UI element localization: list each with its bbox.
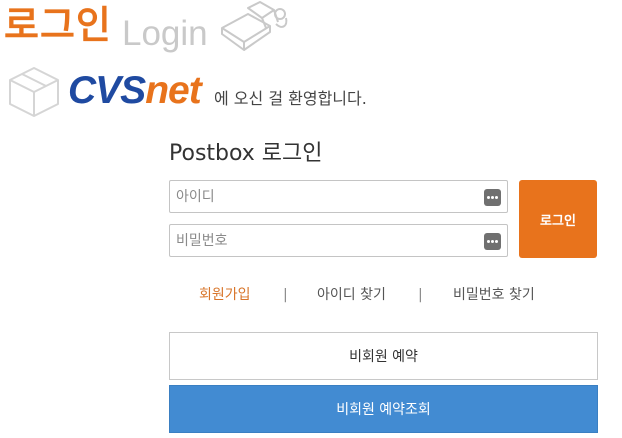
box-outline-icon [6, 64, 62, 124]
logo-cvs: CVS [68, 69, 146, 112]
signup-link[interactable]: 회원가입 [199, 286, 251, 304]
logo-net: net [145, 69, 201, 112]
id-input[interactable] [170, 181, 476, 212]
password-input[interactable] [170, 225, 476, 256]
id-field[interactable] [169, 180, 508, 213]
login-button[interactable]: 로그인 [519, 180, 597, 258]
cvsnet-logo: CVSnet [68, 66, 202, 116]
guest-reserve-button[interactable]: 비회원 예약 [169, 332, 598, 380]
link-separator: | [283, 287, 288, 303]
guest-lookup-button[interactable]: 비회원 예약조회 [169, 385, 598, 433]
parcel-box-icon [218, 0, 292, 58]
find-id-link[interactable]: 아이디 찾기 [317, 286, 386, 304]
link-separator: | [418, 287, 423, 303]
password-field[interactable] [169, 224, 508, 257]
header-title-english: Login [122, 14, 208, 53]
form-title: Postbox 로그인 [169, 141, 323, 166]
header-title-korean: 로그인 [4, 3, 112, 47]
keyboard-icon[interactable] [484, 189, 501, 206]
welcome-message: 에 오신 걸 환영합니다. [214, 89, 367, 108]
find-password-link[interactable]: 비밀번호 찾기 [453, 286, 535, 304]
keyboard-icon[interactable] [484, 233, 501, 250]
